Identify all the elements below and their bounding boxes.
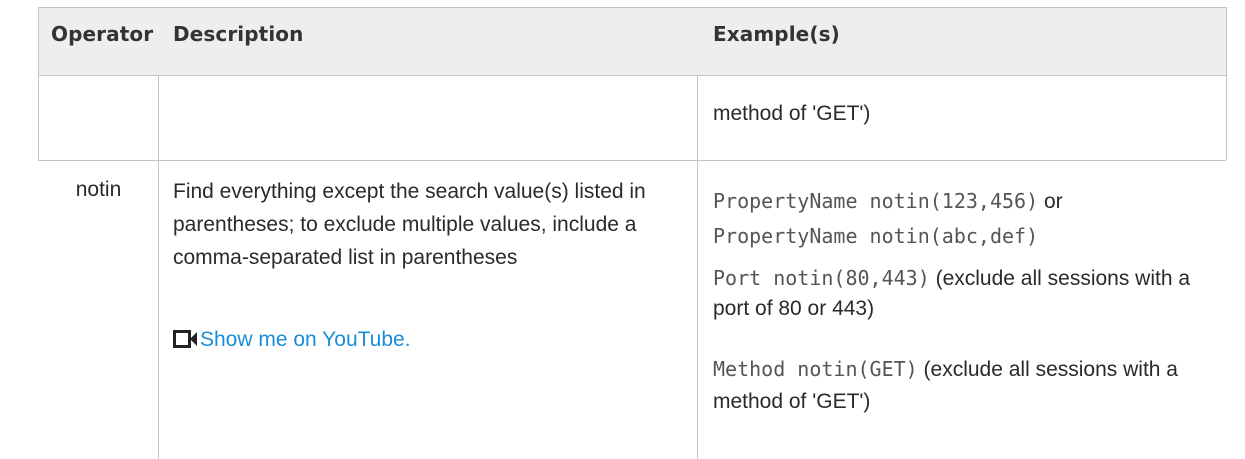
column-divider-1	[158, 75, 159, 459]
description-cell-notin: Find everything except the search value(…	[173, 180, 646, 269]
video-camera-icon	[173, 328, 198, 358]
operator-cell-notin: notin	[75, 178, 122, 201]
show-me-on-youtube-link[interactable]: Show me on YouTube.	[200, 328, 411, 351]
example-1: PropertyName notin(123,456) or PropertyN…	[713, 184, 1223, 254]
example-1-code-a: PropertyName notin(123,456)	[713, 189, 1039, 213]
example-3-code: Method notin(GET)	[713, 357, 918, 381]
header-examples: Example(s)	[713, 22, 840, 46]
header-bottom-border	[38, 75, 1226, 76]
header-description: Description	[173, 22, 304, 46]
example-1-code-b: PropertyName notin(abc,def)	[713, 224, 1039, 248]
example-2: Port notin(80,443) (exclude all sessions…	[713, 263, 1223, 324]
table-left-border	[38, 7, 39, 160]
example-1-or: or	[1038, 190, 1063, 213]
row-divider	[38, 160, 1226, 161]
operators-table: Operator Description Example(s) method o…	[0, 0, 1245, 459]
continued-example-text: method of 'GET')	[713, 102, 871, 125]
example-2-code: Port notin(80,443)	[713, 266, 930, 290]
table-right-border	[1226, 7, 1227, 160]
column-divider-2	[697, 75, 698, 459]
example-3: Method notin(GET) (exclude all sessions …	[713, 353, 1223, 418]
youtube-link-container: Show me on YouTube.	[173, 325, 411, 358]
header-operator: Operator	[51, 22, 154, 46]
table-top-border	[38, 7, 1226, 8]
